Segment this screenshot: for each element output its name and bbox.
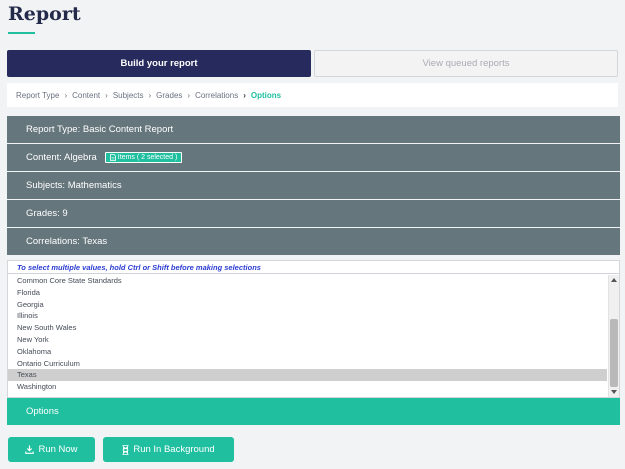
accordion-options[interactable]: Options (7, 398, 620, 425)
breadcrumb: Report Type › Content › Subjects › Grade… (7, 83, 618, 107)
list-item-selected[interactable]: Texas (8, 369, 607, 382)
tab-build-report[interactable]: Build your report (7, 50, 311, 77)
run-in-background-button[interactable]: Run In Background (103, 437, 234, 462)
breadcrumb-grades[interactable]: Grades (156, 91, 182, 100)
correlations-multiselect[interactable]: To select multiple values, hold Ctrl or … (7, 260, 620, 398)
list-item[interactable]: Washington (8, 381, 607, 393)
list-item[interactable]: Illinois (8, 310, 607, 322)
multiselect-hint: To select multiple values, hold Ctrl or … (8, 261, 619, 274)
scrollbar[interactable] (608, 275, 619, 397)
download-icon (25, 445, 35, 454)
title-underline (8, 32, 35, 34)
breadcrumb-subjects[interactable]: Subjects (113, 91, 144, 100)
accordion-correlations-label: Correlations: Texas (26, 236, 108, 247)
run-now-label: Run Now (38, 444, 78, 455)
list-item[interactable]: New South Wales (8, 322, 607, 334)
list-item[interactable]: Ontario Curriculum (8, 358, 607, 370)
accordion-report-type[interactable]: Report Type: Basic Content Report (7, 116, 620, 144)
chevron-right-icon: › (64, 90, 68, 100)
correlations-options-list: Common Core State Standards Florida Geor… (8, 275, 607, 393)
breadcrumb-content[interactable]: Content (72, 91, 100, 100)
list-item[interactable]: Florida (8, 287, 607, 299)
chevron-right-icon: › (148, 90, 152, 100)
accordion-options-label: Options (26, 406, 59, 417)
list-item[interactable]: Common Core State Standards (8, 275, 607, 287)
breadcrumb-correlations[interactable]: Correlations (195, 91, 238, 100)
scroll-up-icon[interactable] (611, 278, 617, 282)
list-item[interactable]: New York (8, 334, 607, 346)
scroll-down-icon[interactable] (611, 390, 617, 394)
accordion-correlations[interactable]: Correlations: Texas (7, 228, 620, 256)
breadcrumb-report-type[interactable]: Report Type (16, 91, 59, 100)
items-selected-label: Items ( 2 selected ) (117, 154, 178, 161)
accordion-content[interactable]: Content: Algebra Items ( 2 selected ) (7, 144, 620, 172)
hourglass-icon (122, 444, 129, 455)
list-item[interactable]: Georgia (8, 299, 607, 311)
accordion-report-type-label: Report Type: Basic Content Report (26, 124, 174, 135)
run-now-button[interactable]: Run Now (8, 437, 95, 462)
tab-view-queued-reports[interactable]: View queued reports (314, 50, 618, 77)
list-item[interactable]: Oklahoma (8, 346, 607, 358)
chevron-right-icon: › (105, 90, 108, 100)
page-title: Report (8, 3, 81, 25)
chevron-right-icon: › (187, 90, 191, 100)
chevron-right-icon: › (243, 90, 246, 100)
accordion-grades-label: Grades: 9 (26, 208, 68, 219)
report-accordion: Report Type: Basic Content Report Conten… (7, 116, 620, 256)
accordion-content-label: Content: Algebra (26, 152, 97, 163)
document-icon (109, 154, 116, 161)
run-in-background-label: Run In Background (133, 444, 215, 455)
accordion-grades[interactable]: Grades: 9 (7, 200, 620, 228)
accordion-subjects-label: Subjects: Mathematics (26, 180, 122, 191)
scrollbar-thumb[interactable] (610, 319, 618, 387)
breadcrumb-options: Options (250, 90, 282, 100)
accordion-subjects[interactable]: Subjects: Mathematics (7, 172, 620, 200)
items-selected-badge[interactable]: Items ( 2 selected ) (104, 152, 183, 163)
